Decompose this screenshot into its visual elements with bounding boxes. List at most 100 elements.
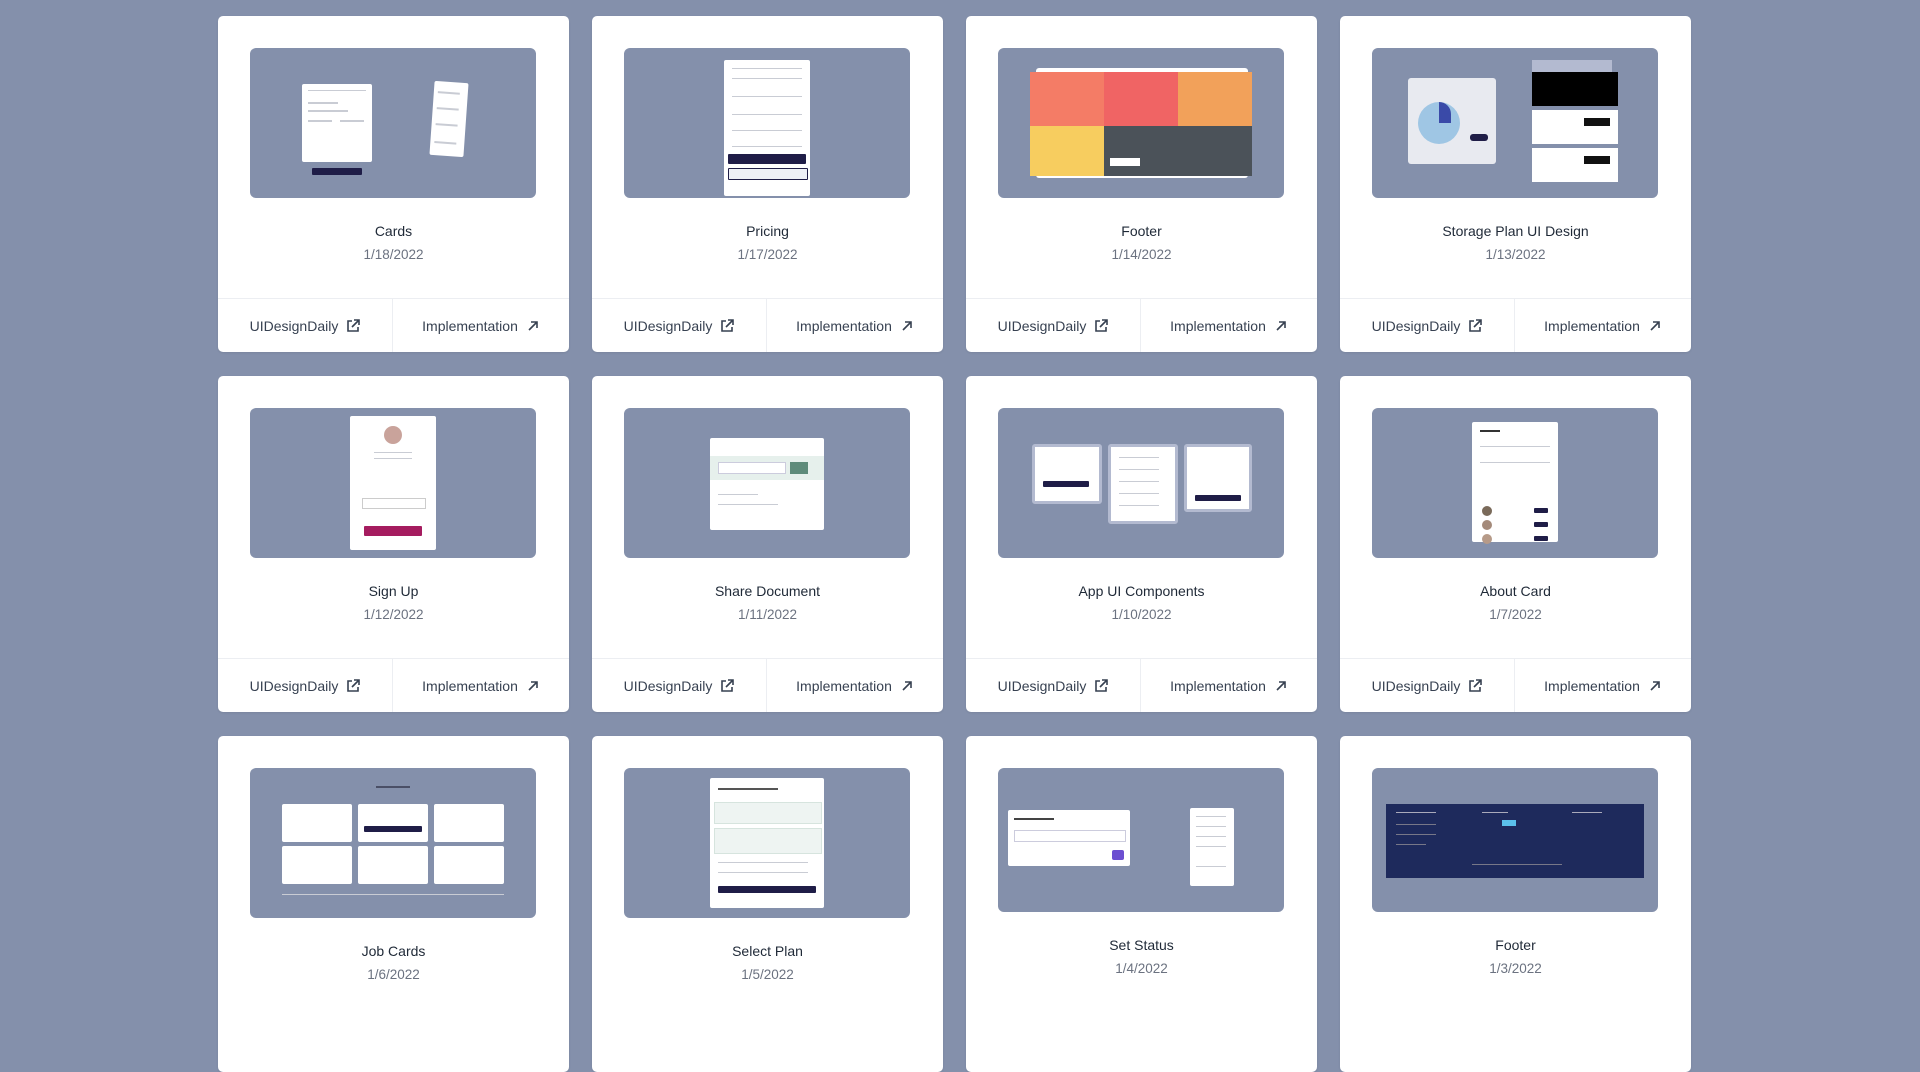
card-title: Sign Up bbox=[368, 583, 419, 599]
card-date: 1/18/2022 bbox=[363, 247, 424, 262]
implementation-label: Implementation bbox=[1170, 678, 1266, 694]
design-thumbnail[interactable] bbox=[1372, 48, 1658, 198]
card-actions: UIDesignDaily Implementation bbox=[1340, 298, 1691, 352]
uidesigndaily-label: UIDesignDaily bbox=[623, 678, 713, 694]
arrow-up-right-icon bbox=[902, 321, 912, 331]
uidesigndaily-link[interactable]: UIDesignDaily bbox=[218, 299, 393, 352]
arrow-up-right-icon bbox=[1650, 321, 1660, 331]
card-title: Pricing bbox=[746, 223, 789, 239]
implementation-label: Implementation bbox=[422, 318, 518, 334]
design-thumbnail[interactable] bbox=[1372, 768, 1658, 912]
card-title: Select Plan bbox=[732, 943, 803, 959]
card-actions: UIDesignDaily Implementation bbox=[592, 658, 943, 712]
card-actions: UIDesignDaily Implementation bbox=[592, 298, 943, 352]
card-title: Footer bbox=[1495, 937, 1536, 953]
design-thumbnail[interactable] bbox=[1372, 408, 1658, 558]
uidesigndaily-link[interactable]: UIDesignDaily bbox=[218, 659, 393, 712]
uidesigndaily-label: UIDesignDaily bbox=[1371, 318, 1461, 334]
card-date: 1/10/2022 bbox=[1111, 607, 1172, 622]
implementation-link[interactable]: Implementation bbox=[393, 299, 569, 352]
design-card: Storage Plan UI Design 1/13/2022 UIDesig… bbox=[1340, 16, 1691, 352]
card-date: 1/5/2022 bbox=[741, 967, 794, 982]
arrow-up-right-icon bbox=[1650, 681, 1660, 691]
implementation-label: Implementation bbox=[1170, 318, 1266, 334]
card-date: 1/6/2022 bbox=[367, 967, 420, 982]
arrow-up-right-icon bbox=[528, 681, 538, 691]
design-card: Sign Up 1/12/2022 UIDesignDaily Implemen… bbox=[218, 376, 569, 712]
implementation-link[interactable]: Implementation bbox=[767, 659, 943, 712]
design-card: Footer 1/3/2022 bbox=[1340, 736, 1691, 1072]
implementation-label: Implementation bbox=[796, 318, 892, 334]
card-title: Share Document bbox=[714, 583, 821, 599]
external-link-icon bbox=[1469, 319, 1483, 332]
design-card: App UI Components 1/10/2022 UIDesignDail… bbox=[966, 376, 1317, 712]
design-thumbnail[interactable] bbox=[624, 768, 910, 918]
design-card: Cards 1/18/2022 UIDesignDaily Implementa… bbox=[218, 16, 569, 352]
card-title: About Card bbox=[1480, 583, 1551, 599]
uidesigndaily-label: UIDesignDaily bbox=[249, 318, 339, 334]
design-thumbnail[interactable] bbox=[998, 48, 1284, 198]
design-thumbnail[interactable] bbox=[624, 408, 910, 558]
design-thumbnail[interactable] bbox=[250, 408, 536, 558]
card-title: Set Status bbox=[1109, 937, 1174, 953]
uidesigndaily-link[interactable]: UIDesignDaily bbox=[966, 299, 1141, 352]
card-actions: UIDesignDaily Implementation bbox=[966, 658, 1317, 712]
card-title: Storage Plan UI Design bbox=[1442, 223, 1589, 239]
design-thumbnail[interactable] bbox=[998, 408, 1284, 558]
uidesigndaily-label: UIDesignDaily bbox=[997, 318, 1087, 334]
external-link-icon bbox=[721, 679, 735, 692]
implementation-link[interactable]: Implementation bbox=[1515, 299, 1691, 352]
uidesigndaily-link[interactable]: UIDesignDaily bbox=[592, 299, 767, 352]
uidesigndaily-label: UIDesignDaily bbox=[623, 318, 713, 334]
implementation-link[interactable]: Implementation bbox=[767, 299, 943, 352]
uidesigndaily-link[interactable]: UIDesignDaily bbox=[1340, 659, 1515, 712]
design-thumbnail[interactable] bbox=[250, 48, 536, 198]
card-date: 1/12/2022 bbox=[363, 607, 424, 622]
implementation-link[interactable]: Implementation bbox=[1141, 659, 1317, 712]
card-title: Footer bbox=[1121, 223, 1162, 239]
card-date: 1/7/2022 bbox=[1489, 607, 1542, 622]
card-date: 1/14/2022 bbox=[1111, 247, 1172, 262]
arrow-up-right-icon bbox=[1276, 321, 1286, 331]
design-thumbnail[interactable] bbox=[624, 48, 910, 198]
design-grid: Cards 1/18/2022 UIDesignDaily Implementa… bbox=[218, 16, 1691, 1072]
uidesigndaily-link[interactable]: UIDesignDaily bbox=[1340, 299, 1515, 352]
card-actions: UIDesignDaily Implementation bbox=[1340, 658, 1691, 712]
arrow-up-right-icon bbox=[528, 321, 538, 331]
design-card: Set Status 1/4/2022 bbox=[966, 736, 1317, 1072]
external-link-icon bbox=[347, 679, 361, 692]
design-card: About Card 1/7/2022 UIDesignDaily Implem… bbox=[1340, 376, 1691, 712]
implementation-label: Implementation bbox=[422, 678, 518, 694]
uidesigndaily-label: UIDesignDaily bbox=[997, 678, 1087, 694]
uidesigndaily-label: UIDesignDaily bbox=[249, 678, 339, 694]
design-card: Pricing 1/17/2022 UIDesignDaily Implemen… bbox=[592, 16, 943, 352]
design-thumbnail[interactable] bbox=[998, 768, 1284, 912]
design-card: Footer 1/14/2022 UIDesignDaily Implement… bbox=[966, 16, 1317, 352]
card-actions: UIDesignDaily Implementation bbox=[966, 298, 1317, 352]
implementation-link[interactable]: Implementation bbox=[1515, 659, 1691, 712]
card-actions: UIDesignDaily Implementation bbox=[218, 658, 569, 712]
uidesigndaily-link[interactable]: UIDesignDaily bbox=[592, 659, 767, 712]
external-link-icon bbox=[1095, 319, 1109, 332]
card-title: Job Cards bbox=[361, 943, 426, 959]
design-thumbnail[interactable] bbox=[250, 768, 536, 918]
card-actions: UIDesignDaily Implementation bbox=[218, 298, 569, 352]
external-link-icon bbox=[347, 319, 361, 332]
implementation-label: Implementation bbox=[1544, 318, 1640, 334]
card-date: 1/3/2022 bbox=[1489, 961, 1542, 976]
external-link-icon bbox=[1095, 679, 1109, 692]
uidesigndaily-link[interactable]: UIDesignDaily bbox=[966, 659, 1141, 712]
implementation-link[interactable]: Implementation bbox=[1141, 299, 1317, 352]
card-date: 1/13/2022 bbox=[1485, 247, 1546, 262]
card-date: 1/4/2022 bbox=[1115, 961, 1168, 976]
external-link-icon bbox=[1469, 679, 1483, 692]
arrow-up-right-icon bbox=[1276, 681, 1286, 691]
design-card: Job Cards 1/6/2022 bbox=[218, 736, 569, 1072]
design-card: Share Document 1/11/2022 UIDesignDaily I… bbox=[592, 376, 943, 712]
uidesigndaily-label: UIDesignDaily bbox=[1371, 678, 1461, 694]
arrow-up-right-icon bbox=[902, 681, 912, 691]
card-title: App UI Components bbox=[1078, 583, 1205, 599]
implementation-link[interactable]: Implementation bbox=[393, 659, 569, 712]
card-title: Cards bbox=[374, 223, 413, 239]
card-date: 1/17/2022 bbox=[737, 247, 798, 262]
